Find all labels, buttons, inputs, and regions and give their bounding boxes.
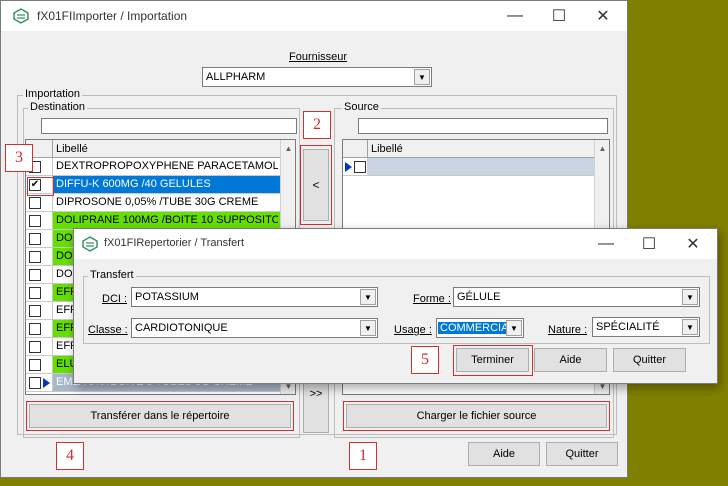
maximize-icon[interactable]: ☐ [537,1,581,31]
dialog-titlebar[interactable]: fX01FIRepertorier / Transfert — ☐ ✕ [74,229,717,259]
forme-select[interactable]: GÉLULE ▼ [453,287,700,307]
chevron-down-icon[interactable]: ▼ [414,69,430,85]
importation-label: Importation [23,88,83,100]
source-header-divider [367,140,368,158]
callout-box-2 [300,145,332,225]
transfert-label: Transfert [88,269,136,281]
row-label: DIPROSONE 0,05% /TUBE 30G CREME [56,196,259,208]
fournisseur-label: Fournisseur [289,51,348,63]
callout-3: 3 [5,144,33,172]
forme-label: Forme : [413,293,451,305]
dci-label: DCI : [102,293,128,305]
source-row-cell [367,158,594,175]
row-checkbox[interactable] [29,323,41,335]
callout-5: 5 [411,346,439,374]
scroll-up-icon[interactable]: ▲ [595,140,609,156]
scroll-up-icon[interactable]: ▲ [281,140,295,156]
dialog-title: fX01FIRepertorier / Transfert [104,237,244,249]
destination-filter-input[interactable] [41,118,297,134]
row-label: DEXTROPROPOXYPHENE PARACETAMOL SAN [56,160,278,172]
fournisseur-select[interactable]: ALLPHARM ▼ [202,67,432,87]
row-label: DOLIPRANE 100MG /BOITE 10 SUPPOSITOIRE [56,214,278,226]
transfert-dialog: fX01FIRepertorier / Transfert — ☐ ✕ Tran… [73,228,718,384]
table-row[interactable]: ✔ DIFFU-K 600MG /40 GELULES [26,176,280,194]
nature-value: SPÉCIALITÉ [596,321,660,333]
row-pointer-icon [345,162,352,172]
nature-select[interactable]: SPÉCIALITÉ ▼ [592,317,700,337]
chevron-down-icon[interactable]: ▼ [360,289,376,305]
callout-box-3 [27,177,54,196]
table-row[interactable]: DIPROSONE 0,05% /TUBE 30G CREME [26,194,280,212]
source-label: Source [342,101,381,113]
aide-button[interactable]: Aide [468,442,540,466]
row-checkbox[interactable] [29,215,41,227]
row-checkbox[interactable] [29,269,41,281]
callout-4: 4 [56,442,84,470]
nature-label: Nature : [548,324,588,336]
row-checkbox[interactable] [29,197,41,209]
minimize-icon[interactable]: — [493,1,537,31]
classe-value: CARDIOTONIQUE [135,322,228,334]
dialog-close-icon[interactable]: ✕ [671,229,715,259]
row-pointer-icon [43,378,50,388]
source-grid-header: Libellé [343,140,594,158]
row-checkbox[interactable] [354,161,366,173]
forme-value: GÉLULE [457,291,501,303]
quitter-button[interactable]: Quitter [546,442,618,466]
source-filter-input[interactable] [358,118,608,134]
usage-select[interactable]: COMMERCIAL ▼ [436,318,524,338]
main-titlebar[interactable]: fX01FIImporter / Importation — ☐ ✕ [1,1,627,31]
callout-box-4 [26,401,294,431]
close-icon[interactable]: ✕ [581,1,625,31]
row-checkbox[interactable] [29,377,41,389]
app-icon [13,8,29,24]
dci-select[interactable]: POTASSIUM ▼ [131,287,378,307]
chevron-down-icon[interactable]: ▼ [682,319,698,335]
row-checkbox[interactable] [29,359,41,371]
callout-box-5 [453,345,533,376]
dialog-aide-button[interactable]: Aide [534,348,607,372]
header-divider [52,140,53,158]
destination-label: Destination [28,101,88,113]
usage-label: Usage : [394,324,432,336]
dialog-maximize-icon[interactable]: ☐ [627,229,671,259]
grid-header: Libellé [26,140,280,158]
dci-value: POTASSIUM [135,291,199,303]
row-checkbox[interactable] [29,233,41,245]
callout-1: 1 [349,442,377,470]
fournisseur-value: ALLPHARM [206,71,266,83]
dialog-quitter-button[interactable]: Quitter [613,348,686,372]
row-checkbox[interactable] [29,305,41,317]
source-row[interactable] [343,158,594,176]
libelle-header: Libellé [56,143,88,155]
row-checkbox[interactable] [29,287,41,299]
callout-2: 2 [303,111,331,139]
usage-value: COMMERCIAL [438,322,517,334]
table-row[interactable]: DEXTROPROPOXYPHENE PARACETAMOL SAN [26,158,280,176]
chevron-down-icon[interactable]: ▼ [506,320,522,336]
window-title: fX01FIImporter / Importation [37,9,188,23]
classe-select[interactable]: CARDIOTONIQUE ▼ [131,318,378,338]
dialog-app-icon [82,236,98,252]
source-libelle-header: Libellé [371,143,403,155]
row-checkbox[interactable] [29,341,41,353]
row-checkbox[interactable] [29,251,41,263]
classe-label: Classe : [88,324,128,336]
chevron-down-icon[interactable]: ▼ [682,289,698,305]
dialog-minimize-icon[interactable]: — [584,229,628,259]
row-label: DIFFU-K 600MG /40 GELULES [56,178,211,190]
callout-box-1 [343,401,610,431]
chevron-down-icon[interactable]: ▼ [360,320,376,336]
